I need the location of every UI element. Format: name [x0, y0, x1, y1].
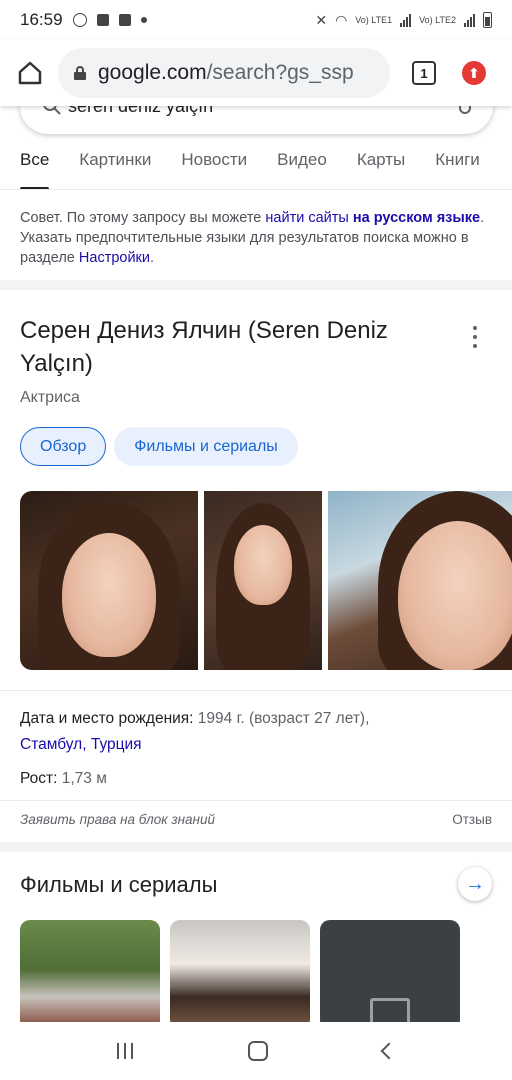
- height-value: 1,73 м: [61, 770, 107, 787]
- update-button[interactable]: ⬆: [462, 61, 486, 85]
- home-icon: [18, 61, 42, 85]
- tab-news[interactable]: Новости: [181, 150, 247, 190]
- tip-link-settings[interactable]: Настройки: [79, 250, 150, 266]
- films-carousel: [20, 920, 460, 1030]
- films-more-button[interactable]: →: [458, 867, 492, 901]
- dot-icon: [140, 17, 147, 23]
- claim-row: Заявить права на блок знаний Отзыв: [20, 812, 492, 827]
- tip-link-sites[interactable]: найти сайты: [265, 210, 348, 226]
- birth-label: Дата и место рождения:: [20, 710, 198, 727]
- claim-panel-link[interactable]: Заявить права на блок знаний: [20, 812, 215, 827]
- wifi-icon: ◠: [335, 11, 348, 28]
- battery-icon: [483, 12, 492, 28]
- recents-button[interactable]: [117, 1043, 134, 1059]
- url-host: google.com: [98, 61, 207, 84]
- url-text: google.com/search?gs_ssp: [98, 61, 354, 85]
- section-separator-2: [0, 842, 512, 852]
- image-icon: [118, 14, 131, 26]
- url-path: /search?gs_ssp: [206, 61, 354, 84]
- language-tip: Совет. По этому запросу вы можете найти …: [20, 208, 492, 268]
- height-fact: Рост: 1,73 м: [20, 768, 107, 790]
- tab-all[interactable]: Все: [20, 150, 50, 190]
- more-options-icon[interactable]: [472, 326, 478, 348]
- browser-toolbar: google.com/search?gs_ssp 1 ⬆: [0, 40, 512, 106]
- back-button[interactable]: [380, 1042, 398, 1060]
- portrait-image-3[interactable]: [328, 491, 512, 670]
- status-time: 16:59: [20, 10, 63, 29]
- panel-divider: [0, 690, 512, 691]
- signal-lte2-icon: Vo) LTE2: [419, 15, 456, 25]
- birth-sep: ,: [82, 736, 91, 753]
- portrait-image-1[interactable]: [20, 491, 198, 670]
- film-card-1[interactable]: [20, 920, 160, 1030]
- b-icon: [72, 13, 87, 27]
- message-icon: [96, 14, 109, 26]
- tab-images[interactable]: Картинки: [79, 150, 151, 190]
- home-nav-button[interactable]: [247, 1041, 268, 1061]
- face-shape: [234, 525, 292, 605]
- home-button[interactable]: [12, 55, 48, 91]
- claim-divider: [0, 800, 512, 801]
- film-card-2[interactable]: [170, 920, 310, 1030]
- film-card-3[interactable]: [320, 920, 460, 1030]
- status-bar: 16:59 ✕ ◠ Vo) LTE1 Vo) LTE2: [0, 0, 512, 40]
- tip-suffix: .: [150, 250, 155, 266]
- birth-city-link[interactable]: Стамбул: [20, 736, 82, 753]
- chip-overview[interactable]: Обзор: [20, 427, 107, 466]
- signal-lte1-icon: Vo) LTE1: [355, 15, 393, 25]
- tabs-divider: [0, 189, 512, 190]
- image-carousel: [20, 491, 512, 670]
- tab-switcher-button[interactable]: 1: [412, 61, 436, 85]
- films-section-title: Фильмы и сериалы: [20, 872, 218, 897]
- face-shape: [62, 533, 156, 657]
- search-tabs: Все Картинки Новости Видео Карты Книги: [20, 150, 480, 190]
- tab-video[interactable]: Видео: [277, 150, 327, 190]
- birth-country-link[interactable]: Турция: [91, 736, 142, 753]
- arrow-up-icon: ⬆: [468, 64, 480, 81]
- tab-maps[interactable]: Карты: [357, 150, 405, 190]
- tab-books[interactable]: Книги: [435, 150, 479, 190]
- section-separator: [0, 280, 512, 290]
- system-nav-bar: [0, 1022, 512, 1080]
- portrait-image-2[interactable]: [204, 491, 322, 670]
- tip-link-russian[interactable]: на русском языке: [353, 210, 480, 226]
- knowledge-panel-title: Серен Дениз Ялчин (Seren Deniz Yalçın): [20, 317, 388, 377]
- tip-prefix: Совет. По этому запросу вы можете: [20, 210, 266, 226]
- mute-icon: ✕: [315, 11, 328, 28]
- birth-value: 1994 г. (возраст 27 лет),: [197, 710, 370, 727]
- status-left: 16:59: [20, 10, 147, 30]
- knowledge-panel-subtitle: Актриса: [20, 389, 80, 406]
- url-bar[interactable]: google.com/search?gs_ssp: [58, 48, 390, 98]
- signal-bars-1-icon: [400, 13, 412, 27]
- arrow-right-icon: →: [465, 872, 485, 895]
- feedback-link[interactable]: Отзыв: [452, 812, 492, 827]
- birth-fact: Дата и место рождения: 1994 г. (возраст …: [20, 706, 492, 758]
- face-shape: [398, 521, 512, 670]
- knowledge-panel-chips: Обзор Фильмы и сериалы: [20, 427, 298, 466]
- height-label: Рост:: [20, 770, 62, 787]
- chip-films[interactable]: Фильмы и сериалы: [114, 427, 298, 466]
- lock-icon: [74, 66, 86, 80]
- signal-bars-2-icon: [464, 13, 475, 27]
- status-right: ✕ ◠ Vo) LTE1 Vo) LTE2: [315, 12, 492, 29]
